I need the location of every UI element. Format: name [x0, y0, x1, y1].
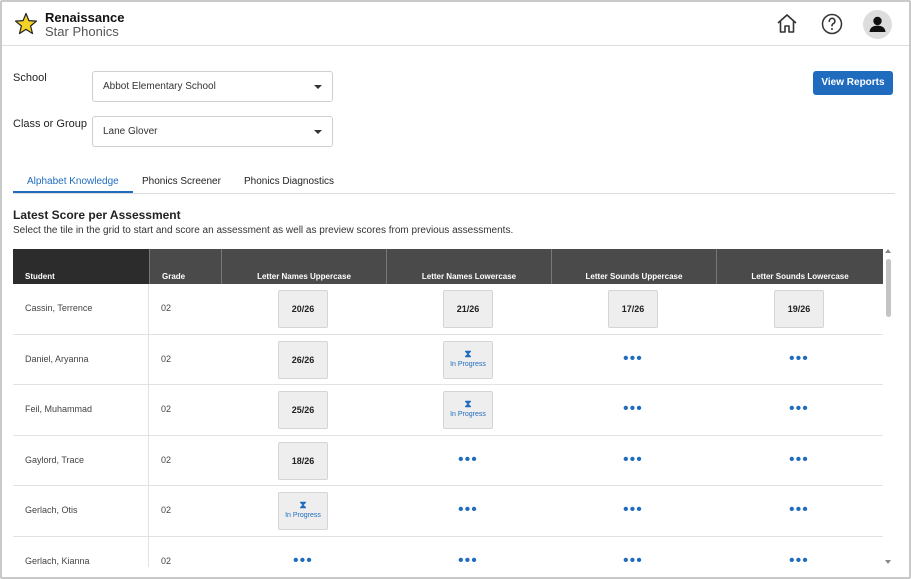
student-grade: 02 [161, 303, 172, 313]
more-options-icon[interactable]: ••• [458, 552, 478, 567]
column-divider [148, 334, 149, 385]
more-options-icon[interactable]: ••• [293, 552, 313, 567]
table-row: Gaylord, Trace 02 18/26 ••• ••• ••• [13, 435, 883, 486]
student-grade: 02 [161, 454, 172, 465]
student-name: Gerlach, Otis [25, 505, 78, 515]
scroll-thumb[interactable] [886, 259, 891, 317]
section-description: Select the tile in the grid to start and… [13, 225, 514, 236]
score-tile[interactable]: 17/26 [608, 290, 658, 328]
more-options-icon[interactable]: ••• [623, 451, 643, 467]
student-name: Gerlach, Kianna [25, 555, 90, 566]
table-row: Daniel, Aryanna 02 26/26 ⧗ In Progress ••• ••• [13, 334, 883, 385]
more-options-icon[interactable]: ••• [623, 502, 643, 518]
column-divider [148, 536, 149, 567]
score-tile[interactable]: 25/26 [278, 391, 328, 429]
student-name: Feil, Muhammad [25, 404, 93, 414]
school-label: School [13, 72, 47, 84]
hourglass-icon: ⧗ [464, 348, 472, 360]
app-header: Renaissance Star Phonics [2, 2, 909, 46]
column-header-letter-names-uppercase[interactable]: Letter Names Uppercase [221, 249, 386, 284]
column-divider [148, 284, 149, 335]
more-options-icon[interactable]: ••• [623, 350, 643, 366]
in-progress-label: In Progress [285, 512, 321, 519]
score-tile-in-progress[interactable]: ⧗ In Progress [443, 391, 493, 429]
more-options-icon[interactable]: ••• [458, 451, 478, 467]
scroll-up-arrow-icon[interactable] [885, 249, 891, 253]
more-options-icon[interactable]: ••• [458, 502, 478, 518]
column-divider [148, 486, 149, 537]
brand-name: Renaissance [45, 10, 125, 25]
table-scrollbar[interactable] [885, 249, 893, 567]
student-name: Gaylord, Trace [25, 454, 85, 465]
score-tile[interactable]: 19/26 [774, 290, 824, 328]
student-grade: 02 [161, 353, 172, 364]
score-grid: Student Grade Letter Names Uppercase Let… [13, 249, 883, 567]
in-progress-label: In Progress [450, 360, 486, 368]
more-options-icon[interactable]: ••• [789, 451, 809, 467]
score-tile-in-progress[interactable]: ⧗ In Progress [278, 492, 328, 530]
home-icon[interactable] [775, 12, 799, 36]
more-options-icon[interactable]: ••• [789, 552, 809, 567]
class-label: Class or Group [13, 118, 87, 130]
score-tile[interactable]: 20/26 [278, 290, 328, 328]
more-options-icon[interactable]: ••• [789, 502, 809, 518]
hourglass-icon: ⧗ [299, 500, 307, 511]
student-name: Daniel, Aryanna [25, 353, 89, 364]
school-select-value: Abbot Elementary School [103, 81, 216, 92]
tab-alphabet-knowledge[interactable]: Alphabet Knowledge [13, 170, 133, 193]
view-reports-button[interactable]: View Reports [813, 71, 893, 95]
product-name: Star Phonics [45, 24, 119, 39]
table-row: Cassin, Terrence 02 20/26 21/26 17/26 19/26 [13, 284, 883, 335]
help-icon[interactable] [820, 12, 844, 36]
school-select[interactable]: Abbot Elementary School [92, 71, 333, 102]
star-logo-icon [14, 12, 38, 35]
column-header-letter-names-lowercase[interactable]: Letter Names Lowercase [386, 249, 551, 284]
more-options-icon[interactable]: ••• [623, 552, 643, 567]
score-tile[interactable]: 18/26 [278, 441, 328, 480]
scroll-down-arrow-icon[interactable] [885, 560, 891, 564]
more-options-icon[interactable]: ••• [789, 350, 809, 366]
more-options-icon[interactable]: ••• [623, 401, 643, 417]
tab-phonics-screener[interactable]: Phonics Screener [128, 170, 235, 193]
column-header-student[interactable]: Student [13, 249, 149, 284]
tab-phonics-diagnostics[interactable]: Phonics Diagnostics [230, 170, 348, 193]
student-name: Cassin, Terrence [25, 303, 93, 313]
score-tile[interactable]: 21/26 [443, 290, 493, 328]
in-progress-label: In Progress [450, 411, 486, 418]
student-grade: 02 [161, 505, 172, 515]
column-header-letter-sounds-lowercase[interactable]: Letter Sounds Lowercase [716, 249, 883, 284]
more-options-icon[interactable]: ••• [789, 401, 809, 417]
column-header-letter-sounds-uppercase[interactable]: Letter Sounds Uppercase [551, 249, 716, 284]
table-row: Gerlach, Kianna 02 ••• ••• ••• ••• [13, 536, 883, 567]
student-grade: 02 [161, 404, 172, 414]
assessment-tabs: Alphabet Knowledge Phonics Screener Phon… [13, 170, 895, 194]
column-header-grade[interactable]: Grade [149, 249, 221, 284]
class-select-value: Lane Glover [103, 126, 158, 137]
column-divider [148, 385, 149, 436]
column-divider [148, 435, 149, 486]
user-icon [869, 16, 886, 32]
section-title: Latest Score per Assessment [13, 208, 181, 222]
score-tile-in-progress[interactable]: ⧗ In Progress [443, 340, 493, 379]
app-window: Renaissance Star Phonics School Abbot El… [0, 0, 911, 579]
user-avatar-button[interactable] [863, 10, 892, 39]
table-header: Student Grade Letter Names Uppercase Let… [13, 249, 883, 284]
score-tile[interactable]: 26/26 [278, 340, 328, 379]
chevron-down-icon [314, 85, 322, 89]
table-row: Gerlach, Otis 02 ⧗ In Progress ••• ••• ••• [13, 486, 883, 537]
table-row: Feil, Muhammad 02 25/26 ⧗ In Progress ••• ••• [13, 385, 883, 436]
hourglass-icon: ⧗ [464, 399, 472, 410]
chevron-down-icon [314, 130, 322, 134]
class-select[interactable]: Lane Glover [92, 116, 333, 147]
student-grade: 02 [161, 555, 172, 566]
